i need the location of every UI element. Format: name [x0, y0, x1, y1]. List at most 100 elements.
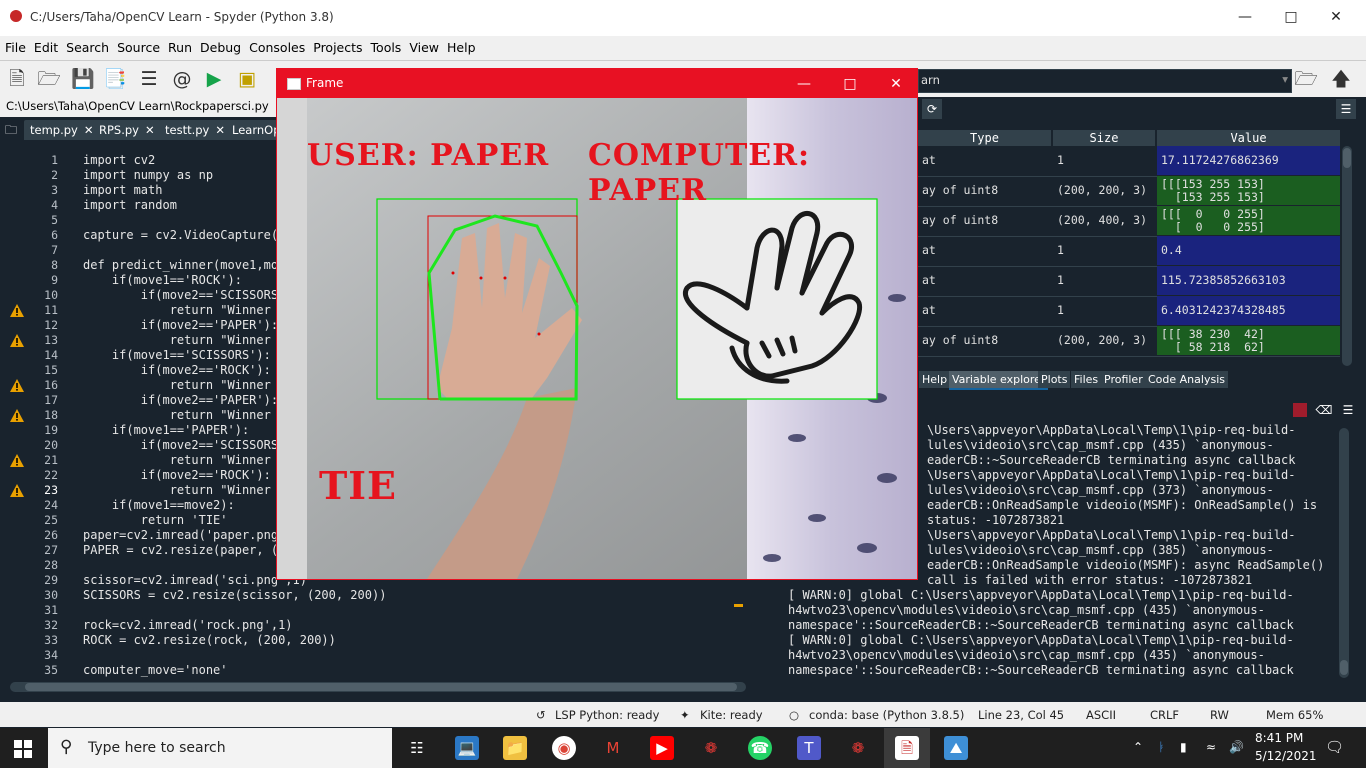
menu-run[interactable]: Run	[163, 36, 195, 55]
warning-icon[interactable]	[10, 334, 24, 347]
minimize-icon[interactable]: —	[1222, 0, 1268, 36]
frame-window-icon	[287, 78, 301, 90]
close-icon[interactable]: ✕	[215, 123, 225, 137]
warning-icon[interactable]	[10, 454, 24, 467]
lsp-status[interactable]: LSP Python: ready	[555, 708, 659, 722]
list-icon[interactable]: ☰	[137, 67, 161, 91]
tab-learnop[interactable]: LearnOp	[226, 120, 282, 140]
clock-date[interactable]: 5/12/2021	[1255, 749, 1317, 763]
at-icon[interactable]: @	[170, 67, 194, 91]
menu-search[interactable]: Search	[61, 36, 112, 55]
close-icon[interactable]: ✕	[873, 71, 919, 97]
scrollbar-thumb[interactable]	[1343, 148, 1351, 168]
clock-time[interactable]: 8:41 PM	[1255, 731, 1303, 745]
column-header-size[interactable]: Size	[1053, 130, 1155, 146]
chevron-up-icon[interactable]: ⌃	[1133, 740, 1143, 754]
variable-row[interactable]: at 1 6.4031242374328485	[918, 296, 1340, 327]
menu-help[interactable]: Help	[442, 36, 479, 55]
taskbar-search-box[interactable]: ⚲ Type here to search	[48, 728, 392, 768]
close-icon[interactable]: ✕	[1313, 0, 1359, 36]
spyder-icon-2[interactable]: ❁	[846, 736, 870, 760]
warning-icon[interactable]	[10, 379, 24, 392]
file-explorer-icon[interactable]: 📁	[503, 736, 527, 760]
new-file-icon[interactable]: 🗎	[5, 67, 29, 91]
column-header-value[interactable]: Value	[1157, 130, 1340, 146]
scrollbar-thumb[interactable]	[25, 683, 737, 691]
variable-type: ay of uint8	[922, 333, 999, 347]
variable-scrollbar[interactable]	[1342, 146, 1352, 366]
close-icon[interactable]: ✕	[145, 123, 155, 137]
variable-row[interactable]: ay of uint8 (200, 200, 3) [[[ 38 230 42] […	[918, 326, 1340, 357]
windows-start-icon[interactable]	[14, 740, 32, 758]
variable-row[interactable]: at 1 0.4	[918, 236, 1340, 267]
console-scrollbar[interactable]	[1339, 428, 1349, 678]
teams-icon[interactable]: T	[797, 736, 821, 760]
youtube-icon[interactable]: ▶	[650, 736, 674, 760]
scrollbar-thumb[interactable]	[1340, 660, 1348, 675]
browse-tabs-icon[interactable]: 🗀	[5, 121, 20, 137]
whatsapp-icon[interactable]: ☎	[748, 736, 772, 760]
pane-tab-help[interactable]: Help	[919, 371, 951, 388]
tab-testt[interactable]: testt.py ✕	[159, 120, 231, 140]
open-file-icon[interactable]: 🗁	[37, 67, 61, 91]
refresh-icon[interactable]: ⟳	[922, 99, 942, 119]
variable-row[interactable]: at 1 17.11724276862369	[918, 146, 1340, 177]
up-arrow-icon[interactable]: 🡅	[1329, 67, 1353, 91]
warning-icon[interactable]	[10, 409, 24, 422]
menu-tools[interactable]: Tools	[366, 36, 405, 55]
gmail-icon[interactable]: M	[601, 736, 625, 760]
photos-icon[interactable]: ⛰	[944, 736, 968, 760]
menu-source[interactable]: Source	[112, 36, 163, 55]
task-view-icon[interactable]: ☷	[405, 736, 429, 760]
tab-temp[interactable]: temp.py ✕	[24, 120, 100, 140]
console-line: \Users\appveyor\AppData\Local\Temp\1\pip…	[927, 528, 1296, 542]
save-icon[interactable]: 💾	[71, 67, 95, 91]
spyder-icon[interactable]: ❁	[699, 736, 723, 760]
tab-rps[interactable]: RPS.py ✕	[93, 120, 161, 140]
pane-tab-plots[interactable]: Plots	[1038, 371, 1071, 388]
chevron-down-icon[interactable]: ▾	[1282, 72, 1288, 86]
minimize-icon[interactable]: —	[781, 71, 827, 97]
pane-tab-profiler[interactable]: Profiler	[1101, 371, 1146, 388]
menu-debug[interactable]: Debug	[195, 36, 244, 55]
run-cell-icon[interactable]: ▣	[235, 67, 259, 91]
variable-row[interactable]: ay of uint8 (200, 200, 3) [[[153 255 153] …	[918, 176, 1340, 207]
maximize-icon[interactable]: □	[827, 71, 873, 97]
variable-row[interactable]: ay of uint8 (200, 400, 3) [[[ 0 0 255] [ 0…	[918, 206, 1340, 237]
menu-edit[interactable]: Edit	[29, 36, 61, 55]
menu-consoles[interactable]: Consoles	[244, 36, 308, 55]
working-directory-input[interactable]: arn ▾	[918, 69, 1292, 93]
run-icon[interactable]: ▶	[202, 67, 226, 91]
battery-icon[interactable]: ▮	[1180, 740, 1187, 754]
conda-status[interactable]: conda: base (Python 3.8.5)	[809, 708, 964, 722]
console-line: \Users\appveyor\AppData\Local\Temp\1\pip…	[927, 423, 1296, 437]
eraser-icon[interactable]: ⌫	[1314, 400, 1334, 420]
stop-icon[interactable]	[1293, 403, 1307, 417]
options-menu-icon[interactable]: ☰	[1336, 99, 1356, 119]
variable-row[interactable]: at 1 115.72385852663103	[918, 266, 1340, 297]
wifi-icon[interactable]: ≈	[1206, 740, 1216, 754]
folder-icon[interactable]: 🗁	[1294, 67, 1318, 91]
pane-tab-variable-explorer[interactable]: Variable explorer	[949, 371, 1049, 390]
bluetooth-icon[interactable]: ᛓ	[1158, 740, 1165, 754]
pane-tabs: Help Variable explorer Plots Files Profiler C…	[918, 369, 1366, 391]
volume-icon[interactable]: 🔊	[1229, 740, 1244, 754]
warning-icon[interactable]	[10, 484, 24, 497]
menu-projects[interactable]: Projects	[308, 36, 365, 55]
warning-icon[interactable]	[10, 304, 24, 317]
kite-status[interactable]: Kite: ready	[700, 708, 763, 722]
pane-tab-code-analysis[interactable]: Code Analysis	[1145, 371, 1228, 388]
document-icon[interactable]: 🗎	[895, 736, 919, 760]
save-all-icon[interactable]: 📑	[103, 67, 127, 91]
column-header-type[interactable]: Type	[918, 130, 1051, 146]
pane-tab-files[interactable]: Files	[1071, 371, 1102, 388]
network-pc-icon[interactable]: 💻	[455, 736, 479, 760]
code-editor[interactable]: 1 import cv2 2 import numpy as np 3 import ma…	[6, 145, 386, 680]
chrome-icon[interactable]: ◉	[552, 736, 576, 760]
maximize-icon[interactable]: □	[1268, 0, 1314, 36]
menu-file[interactable]: File	[0, 36, 29, 55]
options-menu-icon[interactable]: ☰	[1338, 400, 1358, 420]
menu-view[interactable]: View	[404, 36, 442, 55]
notifications-icon[interactable]: 🗨	[1325, 738, 1344, 756]
editor-scrollbar[interactable]	[10, 682, 746, 692]
